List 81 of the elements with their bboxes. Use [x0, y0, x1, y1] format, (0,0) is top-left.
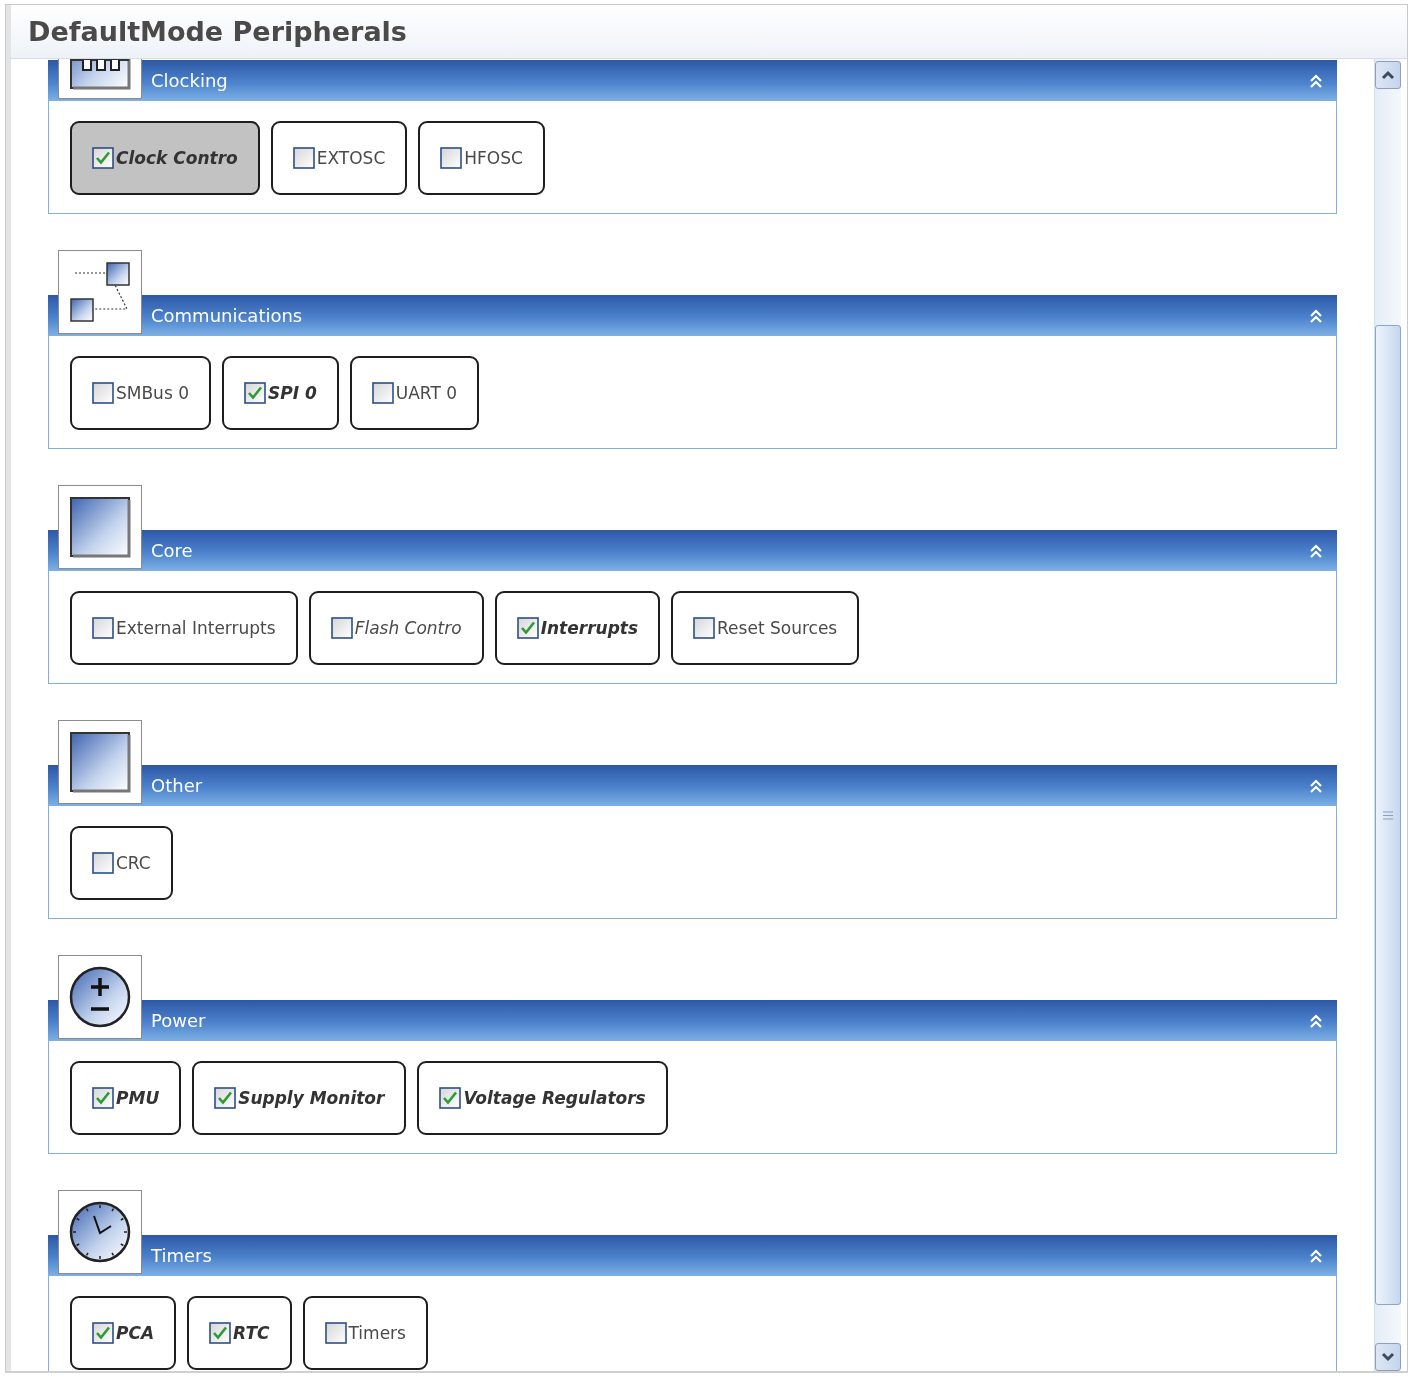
- peripheral-label: HFOSC: [464, 148, 523, 168]
- section-title: Other: [151, 775, 204, 796]
- peripheral-toggle[interactable]: RTC: [187, 1296, 292, 1370]
- peripheral-label: RTC: [233, 1323, 270, 1343]
- peripheral-toggle[interactable]: Timers: [302, 1296, 428, 1370]
- checkbox[interactable]: [330, 617, 353, 639]
- peripheral-toggle[interactable]: Supply Monitor: [192, 1061, 407, 1135]
- peripheral-toggle[interactable]: CRC: [70, 826, 173, 900]
- peripheral-label: Interrupts: [540, 618, 639, 638]
- checkbox[interactable]: [292, 147, 315, 169]
- peripheral-label: Flash Contro: [354, 618, 462, 638]
- collapse-icon[interactable]: [1309, 778, 1323, 793]
- section-header[interactable]: Power: [48, 1000, 1337, 1041]
- scroll-thumb[interactable]: [1375, 325, 1401, 1305]
- checkbox[interactable]: [371, 382, 394, 404]
- caret-up-icon: [1381, 70, 1395, 80]
- peripheral-toggle[interactable]: PCA: [70, 1296, 177, 1370]
- checkbox[interactable]: [693, 617, 716, 639]
- caret-down-icon: [1381, 1352, 1395, 1362]
- section-header[interactable]: Timers: [48, 1235, 1337, 1276]
- checkbox[interactable]: [92, 382, 114, 404]
- checkbox[interactable]: [92, 1322, 114, 1344]
- square-icon: [58, 485, 142, 569]
- plus-minus-icon: [58, 955, 142, 1039]
- collapse-icon[interactable]: [1309, 308, 1323, 323]
- checkbox[interactable]: [209, 1322, 232, 1344]
- peripheral-label: Timers: [348, 1323, 406, 1343]
- peripheral-toggle[interactable]: Voltage Regulators: [417, 1061, 668, 1135]
- collapse-icon[interactable]: [1309, 543, 1323, 558]
- scroll-down-button[interactable]: [1375, 1343, 1401, 1371]
- checkbox[interactable]: [214, 1087, 237, 1109]
- scrollbar[interactable]: [1374, 59, 1401, 1371]
- peripheral-toggle[interactable]: UART 0: [349, 356, 480, 430]
- scroll-up-button[interactable]: [1375, 61, 1401, 89]
- section-title: Clocking: [151, 70, 229, 91]
- section-header[interactable]: Other: [48, 765, 1337, 806]
- peripheral-toggle[interactable]: EXTOSC: [270, 121, 408, 195]
- section-title: Timers: [151, 1245, 213, 1266]
- checkbox[interactable]: [92, 617, 114, 639]
- peripheral-label: Voltage Regulators: [463, 1088, 646, 1108]
- peripheral-toggle[interactable]: Reset Sources: [671, 591, 860, 665]
- checkbox[interactable]: [440, 147, 463, 169]
- peripheral-label: PMU: [116, 1088, 160, 1108]
- checkbox[interactable]: [516, 617, 539, 639]
- peripheral-toggle[interactable]: Flash Contro: [308, 591, 484, 665]
- peripheral-label: UART 0: [395, 383, 458, 403]
- peripheral-label: SPI 0: [268, 383, 317, 403]
- clock-icon: [58, 1190, 142, 1274]
- section-title: Communications: [151, 305, 304, 326]
- collapse-icon[interactable]: [1309, 1248, 1323, 1263]
- peripheral-toggle[interactable]: SMBus 0: [70, 356, 211, 430]
- collapse-icon[interactable]: [1309, 1013, 1323, 1028]
- section-header[interactable]: Clocking: [48, 60, 1337, 101]
- peripheral-toggle[interactable]: Clock Contro: [70, 121, 260, 195]
- checkbox[interactable]: [92, 147, 114, 169]
- peripheral-toggle[interactable]: External Interrupts: [70, 591, 298, 665]
- peripheral-label: SMBus 0: [116, 383, 189, 403]
- section-title: Power: [151, 1010, 207, 1031]
- checkbox[interactable]: [92, 852, 114, 874]
- peripheral-label: Supply Monitor: [238, 1088, 385, 1108]
- peripheral-label: Clock Contro: [116, 148, 238, 168]
- collapse-icon[interactable]: [1309, 73, 1323, 88]
- checkbox[interactable]: [439, 1087, 462, 1109]
- connection-icon: [58, 250, 142, 334]
- window-title: DefaultMode Peripherals: [28, 16, 407, 47]
- peripheral-toggle[interactable]: PMU: [70, 1061, 182, 1135]
- section-header[interactable]: Communications: [48, 295, 1337, 336]
- section-header[interactable]: Core: [48, 530, 1337, 571]
- peripheral-label: CRC: [116, 853, 151, 873]
- peripheral-label: External Interrupts: [116, 618, 276, 638]
- checkbox[interactable]: [244, 382, 266, 404]
- peripheral-label: PCA: [116, 1323, 155, 1343]
- section-title: Core: [151, 540, 194, 561]
- peripheral-toggle[interactable]: Interrupts: [494, 591, 661, 665]
- peripheral-toggle[interactable]: HFOSC: [418, 121, 545, 195]
- peripheral-toggle[interactable]: SPI 0: [222, 356, 339, 430]
- peripheral-label: EXTOSC: [316, 148, 386, 168]
- square-icon: [58, 720, 142, 804]
- checkbox[interactable]: [92, 1087, 114, 1109]
- checkbox[interactable]: [324, 1322, 347, 1344]
- peripheral-label: Reset Sources: [717, 618, 838, 638]
